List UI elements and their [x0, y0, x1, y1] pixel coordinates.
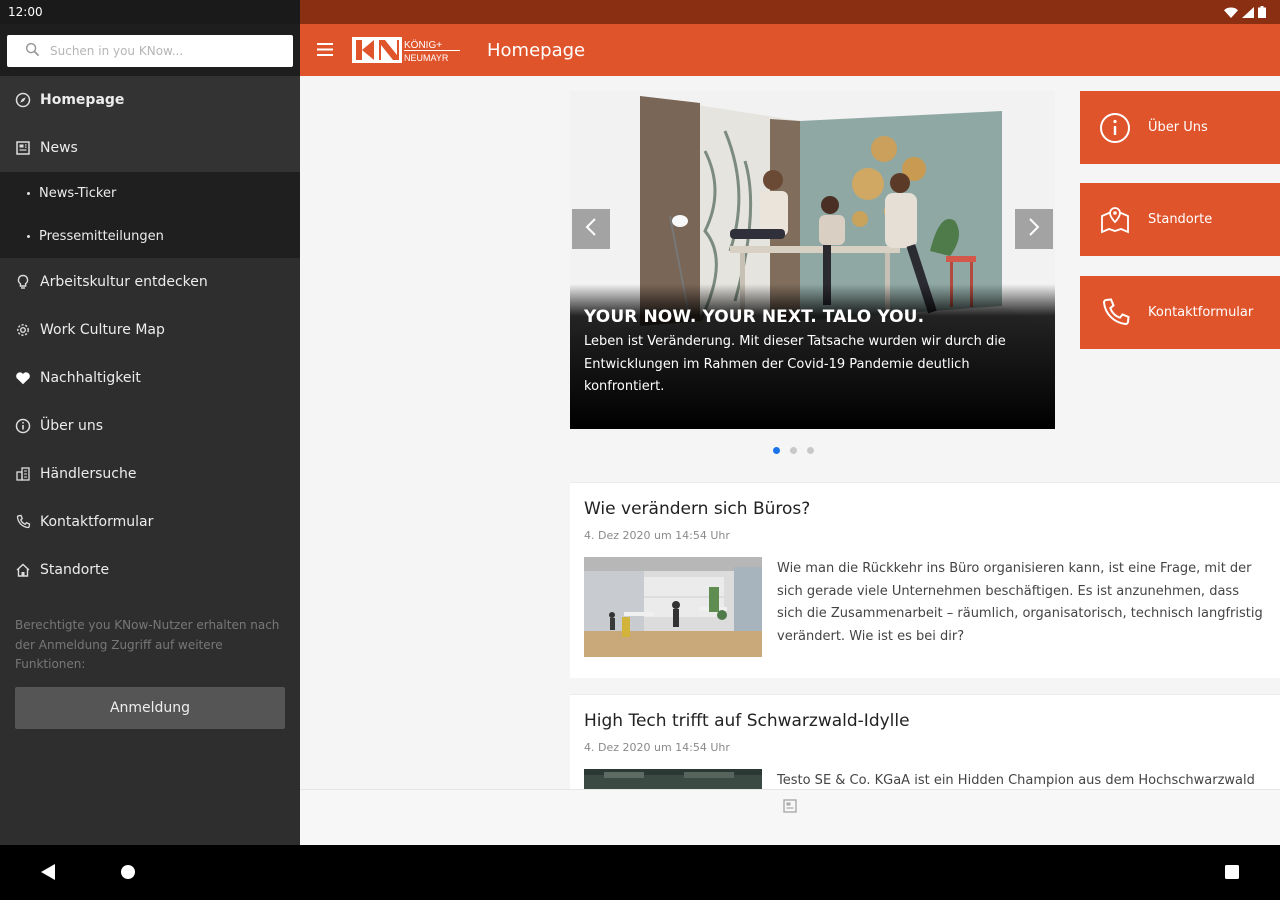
gear-icon: [15, 322, 31, 338]
article-card[interactable]: Wie verändern sich Büros? 4. Dez 2020 um…: [570, 482, 1280, 678]
article-excerpt: Testo SE & Co. KGaA ist ein Hidden Champ…: [777, 770, 1255, 789]
article-date: 4. Dez 2020 um 14:54 Uhr: [584, 529, 730, 542]
login-button[interactable]: Anmeldung: [15, 686, 285, 729]
map-pin-icon: [1098, 203, 1132, 237]
wifi-icon: [1224, 3, 1238, 22]
brand-logo: KÖNIG+ NEUMAYR: [352, 37, 462, 63]
quick-button-label: Über Uns: [1148, 120, 1208, 135]
info-circle-icon: [1098, 111, 1132, 145]
sidebar-item-kontaktformular[interactable]: Kontaktformular: [0, 498, 300, 546]
article-card[interactable]: High Tech trifft auf Schwarzwald-Idylle …: [570, 694, 1280, 789]
sidebar-item-news[interactable]: News: [0, 124, 300, 172]
quick-button-label: Kontaktformular: [1148, 305, 1254, 320]
article-excerpt-line: Testo SE & Co. KGaA ist ein Hidden Champ…: [777, 773, 1255, 788]
compass-icon: [15, 92, 31, 108]
article-excerpt-line: sich die Zusammenarbeit – räumlich, orga…: [777, 606, 1263, 621]
bullet-icon: [27, 235, 30, 238]
info-icon: [15, 418, 31, 434]
carousel-dot-3[interactable]: [807, 447, 814, 454]
article-title: Wie verändern sich Büros?: [584, 499, 811, 519]
sidebar-subitem-pressemitteilungen[interactable]: Pressemitteilungen: [0, 215, 300, 258]
newspaper-icon: [15, 140, 31, 156]
carousel-next-button[interactable]: [1015, 209, 1053, 249]
article-title: High Tech trifft auf Schwarzwald-Idylle: [584, 711, 910, 731]
sidebar-item-ueber-uns[interactable]: Über uns: [0, 402, 300, 450]
logo-text-top: KÖNIG+: [404, 39, 442, 51]
news-submenu: News-Ticker Pressemitteilungen: [0, 172, 300, 258]
search-icon: [25, 42, 40, 61]
quick-button-label: Standorte: [1148, 212, 1213, 227]
signal-icon: [1242, 3, 1254, 22]
sidebar-item-homepage[interactable]: Homepage: [0, 76, 300, 124]
sidebar-item-label: Händlersuche: [40, 466, 137, 482]
article-excerpt-line: verändert. Wie ist es bei dir?: [777, 628, 965, 644]
home-icon: [15, 562, 31, 578]
carousel-prev-button[interactable]: [572, 209, 610, 249]
sidebar-item-nachhaltigkeit[interactable]: Nachhaltigkeit: [0, 354, 300, 402]
sidebar-item-label: Kontaktformular: [40, 514, 154, 530]
sidebar-item-label: Über uns: [40, 418, 103, 434]
status-time: 12:00: [8, 5, 43, 19]
page-title: Homepage: [487, 39, 586, 61]
hero-carousel[interactable]: YOUR NOW. YOUR NEXT. TALO YOU. Leben ist…: [570, 91, 1055, 429]
article-excerpt: Wie man die Rückkehr ins Büro organisier…: [777, 558, 1263, 657]
status-bar: [300, 0, 1280, 24]
quick-button-ueber-uns[interactable]: Über Uns: [1080, 91, 1280, 164]
sidebar-item-work-culture-map[interactable]: Work Culture Map: [0, 306, 300, 354]
menu-button[interactable]: [300, 24, 350, 76]
status-bar-left: 12:00: [0, 0, 300, 24]
chevron-left-icon: [585, 217, 597, 241]
sidebar-item-label: Work Culture Map: [40, 322, 165, 338]
carousel-pagination: [773, 447, 814, 454]
recents-icon[interactable]: [1224, 863, 1240, 885]
newspaper-icon[interactable]: [782, 798, 798, 845]
login-note: Berechtigte you KNow-Nutzer erhalten nac…: [15, 618, 280, 671]
bottom-bar: [300, 789, 1280, 845]
article-date: 4. Dez 2020 um 14:54 Uhr: [584, 741, 730, 754]
slide-text: Leben ist Veränderung. Mit dieser Tatsac…: [584, 334, 1006, 394]
home-button-icon[interactable]: [120, 863, 136, 885]
sidebar-item-standorte[interactable]: Standorte: [0, 546, 300, 594]
sidebar-item-label: Standorte: [40, 562, 110, 578]
article-excerpt-line: Wie man die Rückkehr ins Büro organisier…: [777, 561, 1252, 576]
content-scroll[interactable]: YOUR NOW. YOUR NEXT. TALO YOU. Leben ist…: [300, 76, 1280, 789]
sidebar-item-label: Homepage: [40, 92, 125, 108]
search-input[interactable]: [50, 44, 250, 58]
back-icon[interactable]: [40, 863, 56, 885]
carousel-dot-1[interactable]: [773, 447, 780, 454]
app-toolbar: KÖNIG+ NEUMAYR Homepage: [300, 24, 1280, 76]
system-navigation-bar: [0, 845, 1280, 900]
quick-button-kontaktformular[interactable]: Kontaktformular: [1080, 276, 1280, 349]
article-excerpt-line: sich gerade viele Unternehmen beschäftig…: [777, 583, 1239, 599]
lightbulb-icon: [15, 274, 31, 290]
article-thumbnail: [584, 769, 762, 789]
sidebar-item-label: Pressemitteilungen: [39, 229, 164, 244]
heart-icon: [15, 370, 31, 386]
logo-text-bottom: NEUMAYR: [404, 53, 449, 63]
navigation-drawer: 12:00 Homepage News News-Ticker Pressemi…: [0, 0, 300, 845]
article-thumbnail: [584, 557, 762, 657]
search-area: [0, 24, 300, 76]
bullet-icon: [27, 192, 30, 195]
chevron-right-icon: [1028, 217, 1040, 241]
phone-icon: [15, 514, 31, 530]
main-area: KÖNIG+ NEUMAYR Homepage YOUR NOW. YOUR N…: [300, 0, 1280, 845]
buildings-icon: [15, 466, 31, 482]
battery-icon: [1258, 3, 1266, 22]
sidebar-item-label: News-Ticker: [39, 186, 117, 201]
sidebar-subitem-news-ticker[interactable]: News-Ticker: [0, 172, 300, 215]
sidebar-item-arbeitskultur[interactable]: Arbeitskultur entdecken: [0, 258, 300, 306]
sidebar-item-label: Arbeitskultur entdecken: [40, 274, 208, 290]
slide-title: YOUR NOW. YOUR NEXT. TALO YOU.: [584, 307, 925, 327]
sidebar-item-haendlersuche[interactable]: Händlersuche: [0, 450, 300, 498]
sidebar-item-label: Nachhaltigkeit: [40, 370, 141, 386]
carousel-dot-2[interactable]: [790, 447, 797, 454]
hamburger-icon: [317, 41, 333, 60]
sidebar-item-label: News: [40, 140, 78, 156]
search-box[interactable]: [7, 35, 293, 67]
quick-button-standorte[interactable]: Standorte: [1080, 183, 1280, 256]
phone-icon: [1098, 296, 1132, 330]
